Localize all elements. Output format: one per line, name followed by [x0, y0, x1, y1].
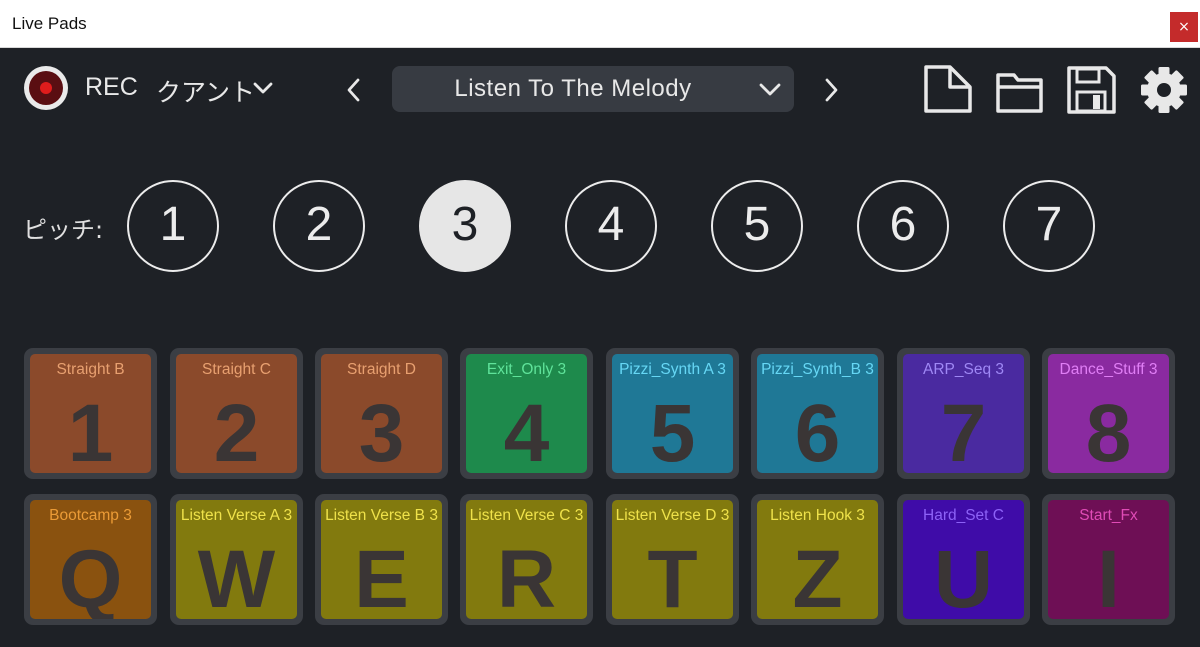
- pad-u[interactable]: Hard_Set C U: [897, 494, 1030, 625]
- pitch-button-2[interactable]: 2: [273, 180, 365, 272]
- chevron-down-icon: [759, 83, 781, 96]
- rec-label: REC: [85, 73, 138, 101]
- pad-key: I: [1097, 534, 1120, 619]
- pad-name: Listen Hook 3: [770, 507, 865, 524]
- pad-key: R: [496, 534, 557, 619]
- pad-name: Exit_Only 3: [486, 361, 567, 378]
- pad-q[interactable]: Bootcamp 3 Q: [24, 494, 157, 625]
- record-button[interactable]: [24, 66, 68, 110]
- pad-w[interactable]: Listen Verse A 3 W: [170, 494, 303, 625]
- pad-name: Hard_Set C: [923, 507, 1004, 524]
- pad-name: Pizzi_Synth A 3: [619, 361, 726, 378]
- pad-7[interactable]: ARP_Seq 3 7: [897, 348, 1030, 479]
- pad-name: Straight C: [202, 361, 271, 378]
- pitch-label: ピッチ:: [23, 216, 104, 244]
- pad-e[interactable]: Listen Verse B 3 E: [315, 494, 448, 625]
- pad-name: Listen Verse A 3: [180, 507, 293, 524]
- pad-key: 8: [1085, 388, 1132, 473]
- pad-r[interactable]: Listen Verse C 3 R: [460, 494, 593, 625]
- pad-key: 6: [794, 388, 841, 473]
- pad-name: Bootcamp 3: [49, 507, 132, 524]
- pad-key: U: [933, 534, 994, 619]
- pitch-button-5[interactable]: 5: [711, 180, 803, 272]
- settings-gear-icon[interactable]: [1138, 65, 1190, 115]
- pitch-button-7[interactable]: 7: [1003, 180, 1095, 272]
- pad-3[interactable]: Straight D 3: [315, 348, 448, 479]
- pitch-button-6[interactable]: 6: [857, 180, 949, 272]
- pad-name: Straight D: [347, 361, 416, 378]
- next-song-icon[interactable]: [820, 77, 842, 103]
- save-icon[interactable]: [1066, 65, 1118, 115]
- pad-name: ARP_Seq 3: [923, 361, 1004, 378]
- open-folder-icon[interactable]: [994, 65, 1046, 115]
- pad-key: T: [647, 534, 698, 619]
- pitch-button-3[interactable]: 3: [419, 180, 511, 272]
- previous-song-icon[interactable]: [343, 77, 365, 103]
- title-bar: Live Pads ×: [0, 0, 1200, 48]
- pad-6[interactable]: Pizzi_Synth_B 3 6: [751, 348, 884, 479]
- close-button[interactable]: ×: [1170, 12, 1198, 42]
- pitch-button-4[interactable]: 4: [565, 180, 657, 272]
- pad-8[interactable]: Dance_Stuff 3 8: [1042, 348, 1175, 479]
- pad-name: Dance_Stuff 3: [1059, 361, 1158, 378]
- pad-key: 4: [503, 388, 550, 473]
- pad-name: Listen Verse D 3: [615, 507, 730, 524]
- pad-name: Straight B: [56, 361, 125, 378]
- quantize-dropdown[interactable]: クアント: [156, 73, 255, 109]
- song-select[interactable]: Listen To The Melody: [392, 66, 794, 112]
- pad-name: Pizzi_Synth_B 3: [761, 361, 874, 378]
- pad-key: 3: [358, 388, 405, 473]
- pad-key: Z: [792, 534, 843, 619]
- pad-key: 1: [67, 388, 114, 473]
- pad-name: Start_Fx: [1079, 507, 1138, 524]
- pad-z[interactable]: Listen Hook 3 Z: [751, 494, 884, 625]
- chevron-down-icon[interactable]: [252, 80, 274, 96]
- pad-5[interactable]: Pizzi_Synth A 3 5: [606, 348, 739, 479]
- pad-key: W: [197, 534, 276, 619]
- pad-t[interactable]: Listen Verse D 3 T: [606, 494, 739, 625]
- pad-name: Listen Verse B 3: [325, 507, 438, 524]
- pad-1[interactable]: Straight B 1: [24, 348, 157, 479]
- window-title: Live Pads: [12, 14, 87, 33]
- pad-key: 5: [649, 388, 696, 473]
- pad-4[interactable]: Exit_Only 3 4: [460, 348, 593, 479]
- pad-name: Listen Verse C 3: [469, 507, 584, 524]
- pad-i[interactable]: Start_Fx I: [1042, 494, 1175, 625]
- pad-key: 2: [213, 388, 260, 473]
- pitch-button-1[interactable]: 1: [127, 180, 219, 272]
- new-file-icon[interactable]: [922, 65, 974, 115]
- record-icon: [29, 71, 63, 105]
- pad-key: Q: [58, 534, 123, 619]
- song-name: Listen To The Melody: [454, 75, 692, 102]
- pad-key: E: [354, 534, 409, 619]
- pad-key: 7: [940, 388, 987, 473]
- pad-2[interactable]: Straight C 2: [170, 348, 303, 479]
